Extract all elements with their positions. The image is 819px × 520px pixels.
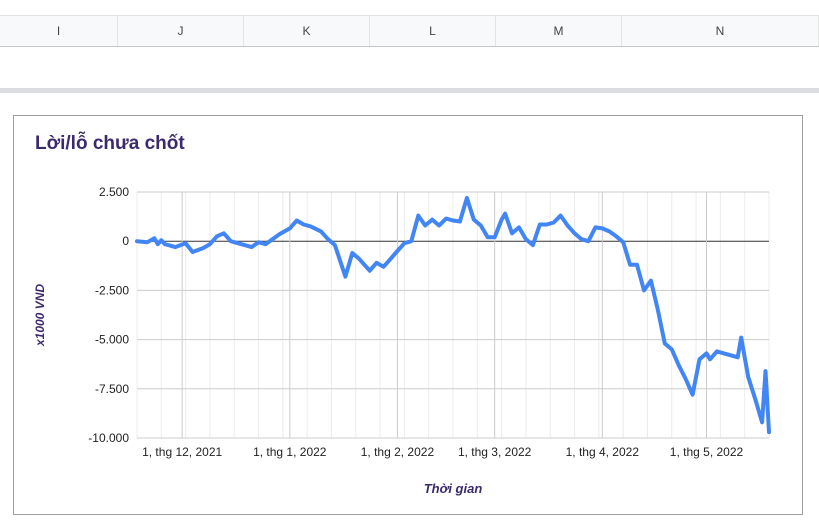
x-tick-label: 1, thg 1, 2022 <box>253 445 327 459</box>
column-header-l[interactable]: L <box>370 16 496 46</box>
y-tick-label: 0 <box>122 234 129 248</box>
x-tick-label: 1, thg 5, 2022 <box>670 445 744 459</box>
x-tick-label: 1, thg 2, 2022 <box>361 445 435 459</box>
y-tick-label: 2.500 <box>99 185 129 199</box>
y-tick-label: -10.000 <box>88 431 129 445</box>
y-tick-labels: 2.500 0 -2.500 -5.000 -7.500 -10.000 <box>88 185 129 445</box>
y-tick-label: -5.000 <box>95 333 129 347</box>
column-header-k[interactable]: K <box>244 16 370 46</box>
y-tick-label: -2.500 <box>95 283 129 297</box>
chart-plot: 2.500 0 -2.500 -5.000 -7.500 -10.000 1, thg 1… <box>33 185 771 496</box>
column-header-n[interactable]: N <box>622 16 819 46</box>
x-tick-label: 1, thg 3, 2022 <box>458 445 532 459</box>
y-axis-title: x1000 VND <box>33 284 47 347</box>
y-tick-label: -7.500 <box>95 382 129 396</box>
x-tick-labels: 1, thg 12, 2021 1, thg 1, 2022 1, thg 2, 2… <box>142 445 743 459</box>
grid-lines <box>136 191 770 439</box>
column-header-m[interactable]: M <box>496 16 622 46</box>
x-tick-label: 1, thg 12, 2021 <box>142 445 222 459</box>
column-header-i[interactable]: I <box>0 16 118 46</box>
x-tick-label: 1, thg 4, 2022 <box>566 445 640 459</box>
x-axis-title: Thời gian <box>424 481 483 496</box>
chart-card[interactable]: Lời/lỗ chưa chốt 2.500 0 -2.500 -5.000 -7.50… <box>13 115 803 515</box>
column-header-j[interactable]: J <box>118 16 244 46</box>
frozen-divider <box>0 88 819 93</box>
column-header-row: I J K L M N <box>0 15 819 47</box>
